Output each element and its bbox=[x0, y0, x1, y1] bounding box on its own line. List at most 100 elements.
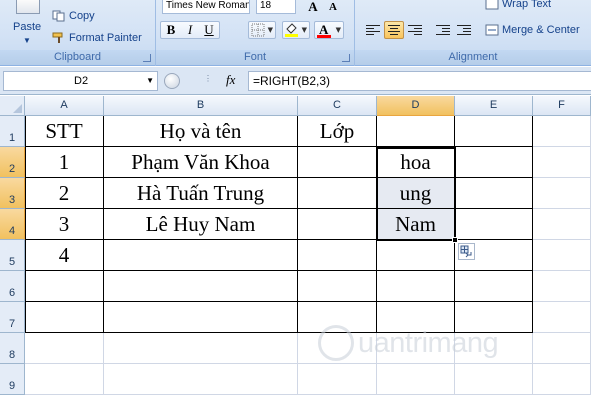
column-header-e[interactable]: E bbox=[455, 96, 533, 116]
cell-d5[interactable] bbox=[377, 240, 455, 271]
cell-b2[interactable]: Phạm Văn Khoa bbox=[104, 147, 298, 178]
fill-color-icon bbox=[285, 23, 298, 37]
grow-font-button[interactable]: A bbox=[304, 0, 322, 16]
cell-b5[interactable] bbox=[104, 240, 298, 271]
cell-a1[interactable]: STT bbox=[25, 116, 104, 147]
column-header-d[interactable]: D bbox=[377, 96, 455, 116]
name-box[interactable]: D2 ▼ bbox=[3, 71, 158, 91]
row-header-1[interactable]: 1 bbox=[0, 116, 25, 147]
cell-a8[interactable] bbox=[25, 333, 104, 364]
cell-d3[interactable]: ung bbox=[377, 178, 455, 209]
row-header-3[interactable]: 3 bbox=[0, 178, 25, 209]
format-painter-button[interactable]: Format Painter bbox=[52, 30, 142, 46]
cell-b8[interactable] bbox=[104, 333, 298, 364]
cell-f8[interactable] bbox=[533, 333, 591, 364]
shrink-font-button[interactable]: A bbox=[324, 0, 342, 16]
cell-c2[interactable] bbox=[298, 147, 377, 178]
fill-color-dropdown-icon[interactable]: ▼ bbox=[302, 26, 307, 34]
paste-dropdown-icon[interactable]: ▼ bbox=[23, 36, 31, 45]
cell-f6[interactable] bbox=[533, 271, 591, 302]
cell-b4[interactable]: Lê Huy Nam bbox=[104, 209, 298, 240]
font-launcher-icon[interactable] bbox=[342, 54, 350, 62]
row-header-7[interactable]: 7 bbox=[0, 302, 25, 333]
paste-button[interactable]: Paste bbox=[13, 21, 41, 33]
align-right-button[interactable] bbox=[405, 21, 425, 39]
cell-a3[interactable]: 2 bbox=[25, 178, 104, 209]
row-header-6[interactable]: 6 bbox=[0, 271, 25, 302]
column-header-c[interactable]: C bbox=[298, 96, 377, 116]
grip-icon[interactable]: ⋮ bbox=[204, 74, 212, 83]
column-header-f[interactable]: F bbox=[533, 96, 591, 116]
cell-d2[interactable]: hoa bbox=[377, 147, 455, 178]
cell-e6[interactable] bbox=[455, 271, 533, 302]
borders-dropdown-icon[interactable]: ▼ bbox=[268, 26, 273, 34]
cell-c3[interactable] bbox=[298, 178, 377, 209]
font-color-dropdown-icon[interactable]: ▼ bbox=[336, 26, 341, 34]
copy-button[interactable]: Copy bbox=[52, 8, 95, 24]
row-header-5[interactable]: 5 bbox=[0, 240, 25, 271]
cell-a4[interactable]: 3 bbox=[25, 209, 104, 240]
cell-a7[interactable] bbox=[25, 302, 104, 333]
cell-f4[interactable] bbox=[533, 209, 591, 240]
font-size-select[interactable]: 18 bbox=[256, 0, 296, 14]
cell-b9[interactable] bbox=[104, 364, 298, 395]
borders-button[interactable]: ▼ bbox=[248, 21, 276, 39]
cell-b6[interactable] bbox=[104, 271, 298, 302]
cell-b3[interactable]: Hà Tuấn Trung bbox=[104, 178, 298, 209]
fill-color-button[interactable]: ▼ bbox=[282, 21, 310, 39]
cell-f9[interactable] bbox=[533, 364, 591, 395]
cell-c6[interactable] bbox=[298, 271, 377, 302]
align-left-button[interactable] bbox=[363, 21, 383, 39]
underline-button[interactable]: U bbox=[200, 21, 218, 39]
cell-f7[interactable] bbox=[533, 302, 591, 333]
bold-button[interactable]: B bbox=[162, 21, 180, 39]
cell-a9[interactable] bbox=[25, 364, 104, 395]
cell-a6[interactable] bbox=[25, 271, 104, 302]
increase-indent-button[interactable] bbox=[454, 21, 474, 39]
clipboard-launcher-icon[interactable] bbox=[143, 54, 151, 62]
cell-f3[interactable] bbox=[533, 178, 591, 209]
cell-d4[interactable]: Nam bbox=[377, 209, 455, 240]
paste-icon[interactable] bbox=[16, 0, 40, 14]
wrap-text-button[interactable]: Wrap Text bbox=[485, 0, 551, 12]
cell-e3[interactable] bbox=[455, 178, 533, 209]
cell-b7[interactable] bbox=[104, 302, 298, 333]
name-box-dropdown-icon[interactable]: ▼ bbox=[146, 72, 154, 90]
row-header-4[interactable]: 4 bbox=[0, 209, 25, 240]
cell-f1[interactable] bbox=[533, 116, 591, 147]
cell-f5[interactable] bbox=[533, 240, 591, 271]
format-painter-label: Format Painter bbox=[69, 32, 142, 44]
row-header-2[interactable]: 2 bbox=[0, 147, 25, 178]
copy-icon bbox=[52, 10, 65, 22]
cell-c5[interactable] bbox=[298, 240, 377, 271]
formula-input[interactable]: =RIGHT(B2,3) bbox=[248, 71, 591, 91]
cell-c1[interactable]: Lớp bbox=[298, 116, 377, 147]
formula-bar-toggle-icon[interactable] bbox=[164, 73, 180, 89]
autofill-options-button[interactable] bbox=[458, 243, 475, 260]
column-header-b[interactable]: B bbox=[104, 96, 298, 116]
decrease-indent-button[interactable] bbox=[433, 21, 453, 39]
italic-button[interactable]: I bbox=[181, 21, 199, 39]
row-header-9[interactable]: 9 bbox=[0, 364, 25, 395]
cell-e2[interactable] bbox=[455, 147, 533, 178]
insert-function-button[interactable]: fx bbox=[226, 72, 235, 88]
cell-e4[interactable] bbox=[455, 209, 533, 240]
cell-e1[interactable] bbox=[455, 116, 533, 147]
cell-a2[interactable]: 1 bbox=[25, 147, 104, 178]
font-name-select[interactable]: Times New Roman bbox=[162, 0, 250, 14]
merge-center-button[interactable]: Merge & Center bbox=[485, 22, 580, 38]
cell-d9[interactable] bbox=[377, 364, 455, 395]
cell-f2[interactable] bbox=[533, 147, 591, 178]
row-header-8[interactable]: 8 bbox=[0, 333, 25, 364]
cell-a5[interactable]: 4 bbox=[25, 240, 104, 271]
column-header-a[interactable]: A bbox=[25, 96, 104, 116]
cell-b1[interactable]: Họ và tên bbox=[104, 116, 298, 147]
cell-c4[interactable] bbox=[298, 209, 377, 240]
align-center-button[interactable] bbox=[384, 21, 404, 39]
font-color-button[interactable]: A ▼ bbox=[314, 21, 344, 39]
cell-d6[interactable] bbox=[377, 271, 455, 302]
cell-e9[interactable] bbox=[455, 364, 533, 395]
cell-c9[interactable] bbox=[298, 364, 377, 395]
cell-d1[interactable] bbox=[377, 116, 455, 147]
select-all-button[interactable] bbox=[0, 96, 25, 116]
